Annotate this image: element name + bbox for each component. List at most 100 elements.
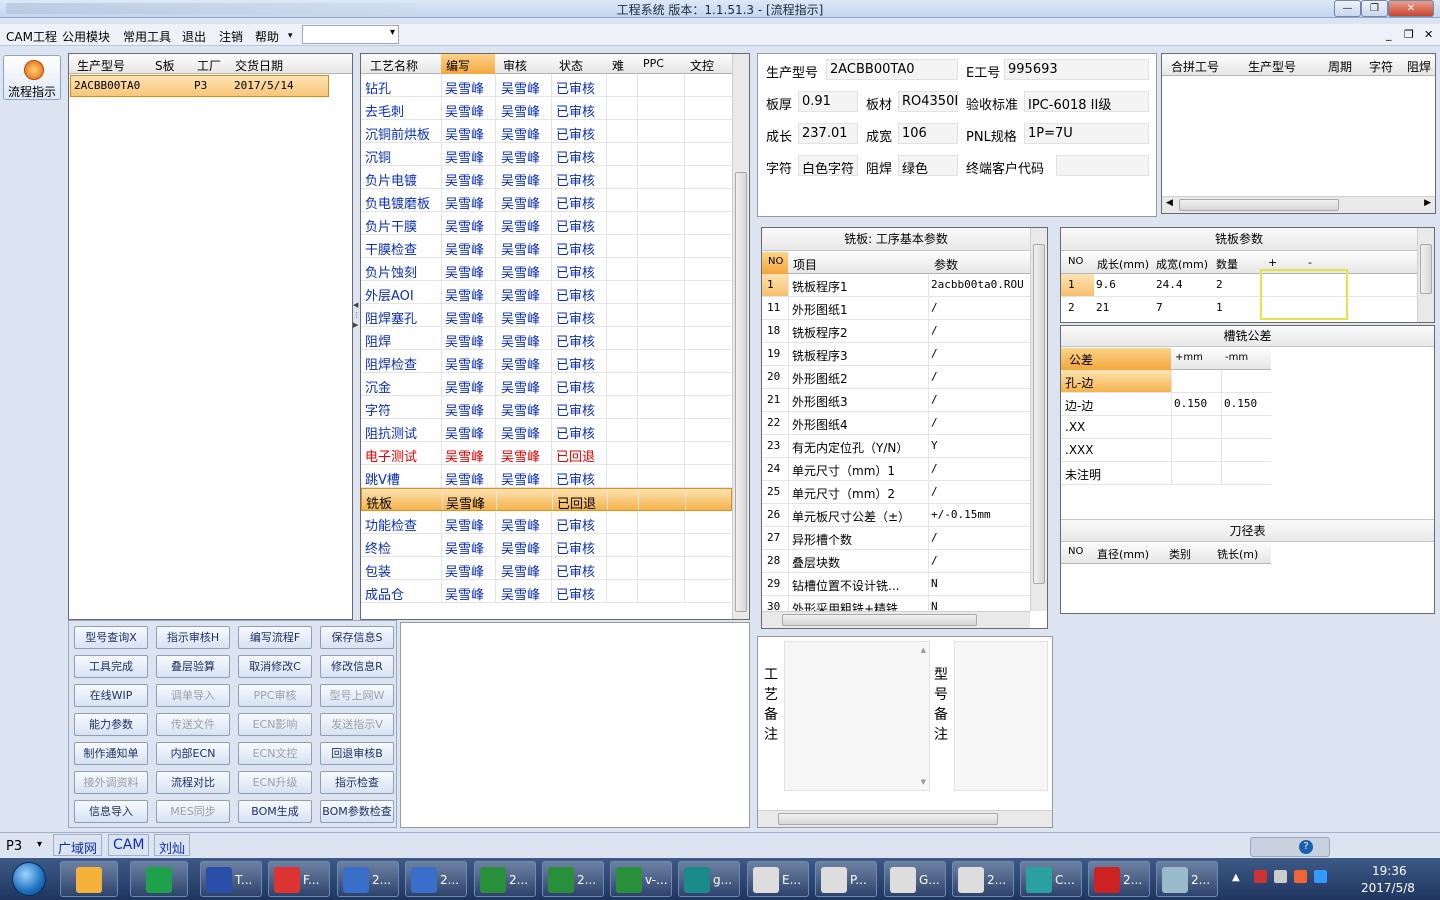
process-row[interactable]: 负片电镀 吴雪峰 吴雪峰 已审核 (361, 166, 732, 189)
col-bp-length[interactable]: 成长(mm) (1097, 256, 1149, 272)
process-remark-field[interactable]: ▲ ▼ (784, 641, 930, 791)
close-button[interactable]: ✕ (1388, 0, 1434, 17)
start-button[interactable] (2, 858, 54, 900)
process-row[interactable]: 阻焊塞孔 吴雪峰 吴雪峰 已审核 (361, 304, 732, 327)
merge-hscroll[interactable]: ◀ ▶ (1162, 196, 1435, 213)
tolerance-row[interactable]: .XXX (1061, 439, 1271, 462)
col-merge-no[interactable]: 合拼工号 (1171, 58, 1219, 75)
bp-vscroll[interactable] (1417, 228, 1434, 322)
action-button[interactable]: 保存信息S (320, 626, 394, 649)
action-button[interactable]: ECN影响 (238, 713, 312, 736)
tolerance-row[interactable]: 孔-边 (1061, 370, 1271, 393)
merge-hscroll-thumb[interactable] (1179, 199, 1339, 211)
action-button[interactable]: 制作通知单 (74, 742, 148, 765)
language-bar[interactable]: ? (1250, 837, 1330, 857)
col-tol-minus[interactable]: -mm (1221, 348, 1271, 370)
col-item[interactable]: 项目 (793, 256, 817, 273)
mill-vscroll-thumb[interactable] (1033, 244, 1045, 584)
col-tool-len[interactable]: 铣长(m) (1217, 546, 1258, 562)
taskbar-item[interactable]: 2... (1088, 861, 1150, 897)
col-merge-model[interactable]: 生产型号 (1248, 58, 1296, 75)
action-button[interactable]: 调单导入 (156, 684, 230, 707)
module-combo[interactable] (302, 25, 399, 44)
col-tol-plus[interactable]: +mm (1171, 348, 1221, 370)
taskbar-item[interactable]: 2... (405, 861, 467, 897)
bp-row[interactable]: 2 21 7 1 (1061, 297, 1417, 320)
action-button[interactable]: 指示审核H (156, 626, 230, 649)
mill-param-row[interactable]: 28 叠层块数 / (762, 550, 1030, 573)
tray-up-icon[interactable]: ▲ (1232, 872, 1240, 883)
action-button[interactable]: 指示检查 (320, 771, 394, 794)
mill-param-row[interactable]: 27 异形槽个数 / (762, 527, 1030, 550)
tolerance-row[interactable]: 边-边 0.150 0.150 (1061, 393, 1271, 416)
help-icon[interactable]: ? (1299, 840, 1313, 854)
col-tol[interactable]: 公差 (1061, 348, 1171, 370)
action-button[interactable]: 工具完成 (74, 655, 148, 678)
col-factory[interactable]: 工厂 (197, 57, 221, 74)
process-row[interactable]: 负片干膜 吴雪峰 吴雪峰 已审核 (361, 212, 732, 235)
tray-icons[interactable] (1252, 870, 1332, 886)
material-field[interactable]: RO4350B (898, 91, 958, 112)
process-row[interactable]: 钻孔 吴雪峰 吴雪峰 已审核 (361, 74, 732, 97)
col-s-board[interactable]: S板 (155, 57, 175, 74)
action-button[interactable]: 接外调资料 (74, 771, 148, 794)
process-row[interactable]: 跳V槽 吴雪峰 吴雪峰 已审核 (361, 465, 732, 488)
mill-param-row[interactable]: 22 外形图纸4 / (762, 412, 1030, 435)
col-tool-no[interactable]: NO (1068, 546, 1083, 557)
bp-vscroll-thumb[interactable] (1420, 244, 1432, 294)
menu-common-module[interactable]: 公用模块 (62, 28, 110, 45)
mdi-close-icon[interactable]: ✕ (1424, 28, 1433, 41)
menu-logout[interactable]: 注销 (219, 28, 243, 45)
minimize-button[interactable]: — (1334, 0, 1361, 17)
col-bp-plus[interactable]: + (1268, 256, 1277, 269)
process-row[interactable]: 阻抗测试 吴雪峰 吴雪峰 已审核 (361, 419, 732, 442)
process-scroll-thumb[interactable] (735, 172, 747, 612)
model-remark-field[interactable] (954, 641, 1048, 791)
action-button[interactable]: BOM参数检查 (320, 800, 394, 823)
taskbar-item[interactable]: C... (1020, 861, 1082, 897)
model-field[interactable]: 2ACBB00TA0 (826, 59, 958, 80)
mill-vscroll[interactable] (1030, 228, 1047, 611)
action-button[interactable]: 叠层验算 (156, 655, 230, 678)
taskbar-item[interactable]: 2... (337, 861, 399, 897)
process-row[interactable]: 字符 吴雪峰 吴雪峰 已审核 (361, 396, 732, 419)
col-status[interactable]: 状态 (559, 57, 583, 74)
col-model[interactable]: 生产型号 (77, 57, 125, 74)
taskbar-item[interactable]: G... (884, 861, 946, 897)
mill-hscroll[interactable] (762, 611, 1030, 628)
scroll-right-icon[interactable]: ▶ (1424, 198, 1431, 208)
col-tool-type[interactable]: 类别 (1169, 546, 1191, 562)
taskbar-item[interactable] (60, 861, 118, 897)
thick-field[interactable]: 0.91 (798, 91, 858, 112)
col-ppc[interactable]: PPC (643, 57, 664, 70)
bp-row[interactable]: 1 9.6 24.4 2 (1061, 274, 1417, 297)
taskbar-item[interactable]: g... (678, 861, 740, 897)
process-row[interactable]: 干膜检查 吴雪峰 吴雪峰 已审核 (361, 235, 732, 258)
col-tool-dia[interactable]: 直径(mm) (1097, 546, 1149, 562)
taskbar-item[interactable]: P... (815, 861, 877, 897)
col-reviewer[interactable]: 审核 (503, 57, 527, 74)
col-delivery[interactable]: 交货日期 (235, 57, 283, 74)
mask-field[interactable]: 绿色 (898, 155, 958, 176)
taskbar-item[interactable]: E... (747, 861, 809, 897)
mill-param-row[interactable]: 18 铣板程序2 / (762, 320, 1030, 343)
help-arrow-icon[interactable]: ▾ (288, 31, 293, 41)
process-row[interactable]: 负片蚀刻 吴雪峰 吴雪峰 已审核 (361, 258, 732, 281)
action-button[interactable]: 取消修改C (238, 655, 312, 678)
process-row[interactable]: 沉铜 吴雪峰 吴雪峰 已审核 (361, 143, 732, 166)
process-row[interactable]: 包装 吴雪峰 吴雪峰 已审核 (361, 557, 732, 580)
taskbar-item[interactable]: T... (200, 861, 262, 897)
action-button[interactable]: 型号查询X (74, 626, 148, 649)
action-button[interactable]: ECN升级 (238, 771, 312, 794)
char-field[interactable]: 白色字符 (798, 155, 858, 176)
action-button[interactable]: MES同步 (156, 800, 230, 823)
scroll-left-icon[interactable]: ◀ (1166, 198, 1173, 208)
action-button[interactable]: 发送指示V (320, 713, 394, 736)
col-difficulty[interactable]: 难 (612, 57, 624, 74)
action-button[interactable]: BOM生成 (238, 800, 312, 823)
action-button[interactable]: 回退审核B (320, 742, 394, 765)
process-row[interactable]: 阻焊 吴雪峰 吴雪峰 已审核 (361, 327, 732, 350)
col-bp-qty[interactable]: 数量 (1216, 256, 1238, 272)
process-row[interactable]: 去毛刺 吴雪峰 吴雪峰 已审核 (361, 97, 732, 120)
col-merge-cycle[interactable]: 周期 (1328, 58, 1352, 75)
